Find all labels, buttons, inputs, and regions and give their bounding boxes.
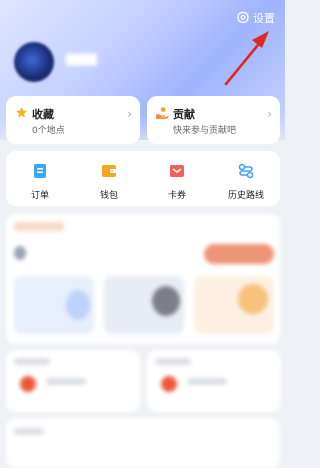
username-blurred[interactable]: ████ bbox=[66, 55, 126, 67]
blurred-icon bbox=[14, 246, 26, 260]
quick-action-label: 订单 bbox=[30, 191, 49, 201]
quick-action-label: 历史路线 bbox=[227, 191, 264, 201]
chevron-right-icon: › bbox=[127, 107, 132, 121]
blurred-card[interactable] bbox=[6, 350, 140, 412]
blurred-pill-button[interactable] bbox=[204, 244, 274, 264]
avatar[interactable] bbox=[14, 42, 54, 82]
quick-action-label: 卡券 bbox=[167, 191, 186, 201]
quick-action-orders[interactable]: 订单 bbox=[15, 163, 65, 201]
blurred-card bbox=[6, 418, 280, 468]
contribute-subtitle: 快来参与贡献吧 bbox=[173, 126, 237, 136]
blurred-content-section bbox=[6, 214, 280, 344]
blurred-section-title bbox=[14, 222, 64, 231]
favorites-title: 收藏 bbox=[32, 108, 54, 121]
contribute-title: 贡献 bbox=[173, 108, 195, 121]
gear-icon bbox=[237, 11, 249, 24]
settings-label: 设置 bbox=[253, 12, 275, 25]
blurred-tile[interactable] bbox=[14, 276, 94, 334]
hand-icon bbox=[156, 107, 169, 119]
settings-button[interactable]: 设置 bbox=[236, 10, 275, 26]
quick-actions-panel: 订单 钱包 卡券 历史路线 bbox=[6, 151, 280, 206]
favorites-subtitle: 0个地点 bbox=[32, 126, 65, 136]
contribute-card[interactable]: 贡献 快来参与贡献吧 › bbox=[147, 96, 280, 144]
quick-action-coupons[interactable]: 卡券 bbox=[152, 163, 202, 201]
blurred-tile[interactable] bbox=[194, 276, 274, 334]
blurred-tile[interactable] bbox=[104, 276, 184, 334]
order-icon bbox=[34, 164, 46, 178]
star-icon bbox=[16, 107, 27, 118]
wallet-icon bbox=[102, 165, 116, 177]
chevron-right-icon: › bbox=[267, 107, 272, 121]
quick-action-route-history[interactable]: 历史路线 bbox=[221, 163, 271, 201]
route-icon bbox=[238, 163, 254, 179]
quick-action-wallet[interactable]: 钱包 bbox=[84, 163, 134, 201]
coupon-icon bbox=[170, 165, 184, 177]
quick-action-label: 钱包 bbox=[99, 191, 118, 201]
favorites-card[interactable]: 收藏 0个地点 › bbox=[6, 96, 140, 144]
blurred-card[interactable] bbox=[147, 350, 281, 412]
